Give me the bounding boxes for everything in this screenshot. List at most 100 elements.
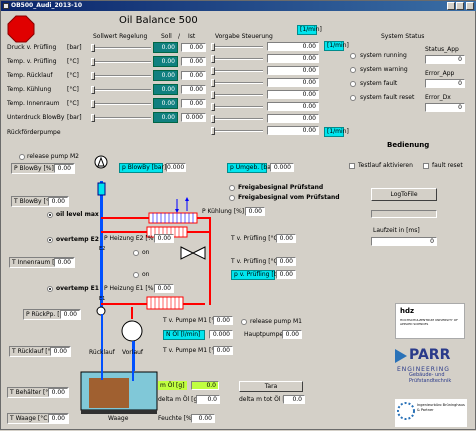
overtemp-e1-label: overtemp E1: [56, 285, 99, 292]
vorgabe-slider[interactable]: [211, 43, 263, 51]
sollwert-heading: Sollwert Regelung: [93, 33, 148, 40]
p-v-pruefling-label: p v. Prüfling [bar]: [231, 270, 286, 280]
rueckfoerder-label: Rückförderpumpe: [7, 129, 61, 136]
main-window: OB500_Audi_2013-10 Oil Balance 500 Sollw…: [0, 0, 476, 430]
t-v-pruefling-label: T v. Prüfling [°C]: [231, 235, 281, 242]
vorgabe-slider[interactable]: [211, 127, 263, 135]
vorgabe-slider[interactable]: [211, 103, 263, 111]
fault-reset-checkbox[interactable]: [423, 163, 429, 169]
system-warning-label: system warning: [360, 66, 408, 73]
t-blowby-group: T BlowBy [°C] 0.00: [11, 196, 69, 207]
testlauf-checkbox[interactable]: [349, 163, 355, 169]
row-label: Temp. Innenraum: [7, 100, 60, 107]
row-label: Druck v. Prüfling: [7, 44, 57, 51]
e2-label: E2: [99, 246, 106, 252]
on-label-2: on: [142, 271, 150, 278]
freigabe-vom-pruefstand-label: Freigabesignal vom Prüfstand: [238, 194, 340, 201]
soll-value: 0.00: [153, 98, 178, 109]
delta-m-tot-value: 0.0: [283, 395, 305, 404]
vorgabe-value: 0.00: [267, 126, 319, 135]
parr-logo: PARR ENGINEERING Gebäude- und Prüfstandt…: [395, 347, 467, 384]
setpoint-slider[interactable]: [91, 86, 151, 94]
setpoint-slider[interactable]: [91, 114, 151, 122]
p-blowby-pct-label: P BlowBy [%]: [14, 165, 54, 172]
progress-box: [371, 210, 437, 218]
setpoint-slider[interactable]: [91, 58, 151, 66]
parr-logo-mark: [395, 349, 407, 363]
soll-value: 0.00: [153, 56, 178, 67]
t-waage-group: T Waage [°C] 0.00: [7, 413, 69, 424]
vorgabe-value: 0.00: [267, 90, 319, 99]
m-oel-value: 0.0: [191, 381, 219, 390]
hdz-logo: hdz HOCHSCHULZENTRUM UNIVERSITY OF APPLI…: [395, 303, 465, 339]
setpoint-slider[interactable]: [91, 72, 151, 80]
row-label: Temp. Rücklauf: [7, 72, 53, 79]
maximize-button[interactable]: [456, 2, 464, 10]
freigabe-pruefstand-radio[interactable]: [229, 185, 235, 191]
setpoint-slider[interactable]: [91, 100, 151, 108]
vorgabe-slider[interactable]: [211, 67, 263, 75]
stop-button[interactable]: [7, 15, 35, 43]
system-warning-indicator: [350, 67, 356, 73]
row-unit: [°C]: [67, 100, 79, 107]
hauptpumpe-value: 0.00: [282, 330, 302, 339]
ist-value: 0.00: [181, 43, 206, 52]
t-innenraum-group: T Innenraum [°C] 0.00: [9, 257, 75, 268]
unit-tag-3: [1/min]: [324, 127, 349, 137]
vorgabe-slider[interactable]: [211, 91, 263, 99]
freigabe-vom-pruefstand-radio[interactable]: [229, 195, 235, 201]
t-v-pumpe-m1-value: 0.00: [213, 346, 233, 355]
minimize-button[interactable]: [447, 2, 455, 10]
p-rueckpumpe-value: 0.00: [60, 310, 80, 319]
ist-value: 0.000: [181, 113, 206, 122]
vorgabe-slider[interactable]: [211, 115, 263, 123]
p-umgeb-label: p Umgeb. [bar]: [227, 163, 276, 173]
bedienung-heading: Bedienung: [387, 141, 430, 149]
row-unit: [°C]: [67, 86, 79, 93]
laufzeit-label: Laufzeit in [ms]: [373, 227, 420, 234]
release-pump-m1-label: release pump M1: [250, 318, 302, 325]
on-radio-1[interactable]: [133, 250, 139, 256]
hdz-logo-name: hdz: [400, 307, 415, 315]
release-pump-m1-radio[interactable]: [241, 319, 247, 325]
tara-button[interactable]: Tara: [239, 381, 303, 392]
t-waage-value: 0.00: [48, 414, 68, 423]
error-dx-value: 0: [425, 103, 465, 112]
t-behaelter-group: T Behälter [°C] 0.00: [7, 387, 69, 398]
ib-logo-mark: [397, 402, 415, 420]
row-unit: [bar]: [67, 114, 82, 121]
ist-heading: Ist: [188, 33, 196, 40]
oil-level-max-label: oil level max: [56, 211, 99, 218]
system-fault-indicator: [350, 81, 356, 87]
close-button[interactable]: [466, 2, 474, 10]
t-ruecklauf-value: 0.00: [50, 347, 70, 356]
setpoint-slider[interactable]: [91, 44, 151, 52]
vorgabe-slider[interactable]: [211, 55, 263, 63]
t-v-pruefling-value: 0.00: [276, 234, 296, 243]
overtemp-e2-indicator: [47, 237, 53, 243]
m-oel-label: m Öl [g]: [158, 381, 187, 390]
fault-reset-label: fault reset: [432, 162, 463, 169]
t-ruecklauf-group: T Rücklauf [°C] 0.00: [9, 346, 71, 357]
log-to-file-button[interactable]: LogToFile: [371, 188, 437, 201]
on-label-1: on: [142, 249, 150, 256]
freigabe-pruefstand-label: Freigabesignal Prüfstand: [238, 184, 324, 191]
delta-m-oel-value: 0.0: [196, 395, 220, 404]
title-bar: OB500_Audi_2013-10: [1, 1, 476, 11]
oil-level-max-indicator: [47, 212, 53, 218]
vorgabe-slider[interactable]: [211, 79, 263, 87]
soll-heading: Soll: [161, 33, 172, 40]
error-app-label: Error_App: [425, 70, 455, 77]
release-pump-m2-radio[interactable]: [19, 154, 25, 160]
on-radio-2[interactable]: [133, 272, 139, 278]
ist-value: 0.00: [181, 99, 206, 108]
unit-tag-1: [1/min]: [297, 25, 322, 35]
testlauf-label: Testlauf aktivieren: [358, 162, 413, 169]
t-v-pruefling2-value: 0.00: [276, 257, 296, 266]
page-title: Oil Balance 500: [119, 15, 198, 26]
window-title: OB500_Audi_2013-10: [11, 2, 83, 9]
system-running-indicator: [350, 53, 356, 59]
vorlauf-label: Vorlauf: [122, 349, 144, 356]
ist-value: 0.00: [181, 57, 206, 66]
ist-value: 0.00: [181, 71, 206, 80]
